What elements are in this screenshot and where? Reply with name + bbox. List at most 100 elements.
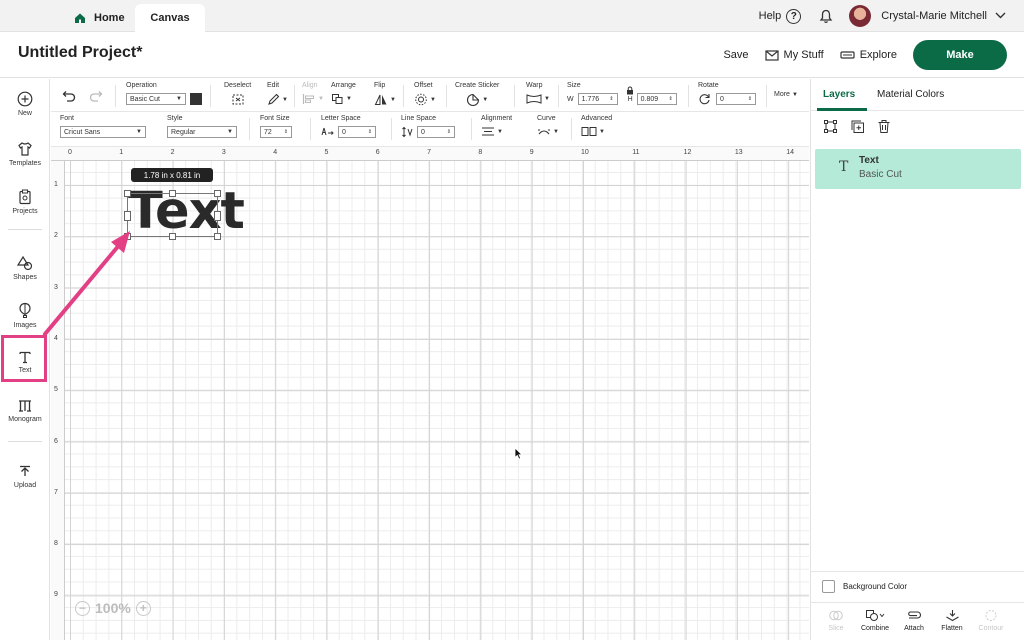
sidebar-label-images: Images [13, 322, 37, 329]
deselect-icon [232, 94, 244, 105]
bell-icon[interactable] [819, 9, 833, 24]
save-button[interactable]: Save [723, 49, 748, 61]
rotate-icon [699, 94, 710, 105]
monogram-icon [19, 400, 31, 412]
paperclip-icon [908, 611, 921, 619]
ruler-label: 14 [786, 149, 794, 156]
sidebar-label-new: New [17, 110, 32, 117]
text-align-icon [482, 127, 494, 136]
width-value: 1.776 [581, 95, 600, 103]
offset-icon [415, 93, 427, 106]
ruler-horizontal: 0 1 2 3 4 5 6 7 8 9 10 11 12 13 14 [51, 147, 809, 161]
color-swatch[interactable] [190, 93, 202, 105]
curve-button[interactable]: Curve ▼ [537, 115, 559, 137]
background-color-checkbox[interactable] [822, 580, 835, 593]
resize-handle[interactable] [124, 190, 131, 197]
operation-label: Operation [126, 82, 157, 89]
letter-space-label: Letter Space [321, 115, 361, 122]
resize-handle[interactable] [124, 233, 131, 240]
arrange-icon [332, 94, 343, 104]
sidebar-item-monogram[interactable]: Monogram [0, 399, 50, 423]
sidebar-item-upload[interactable]: Upload [0, 465, 50, 489]
shapes-icon [17, 255, 33, 271]
tab-material-colors[interactable]: Material Colors [877, 89, 944, 100]
sidebar-item-templates[interactable]: Templates [0, 141, 50, 167]
lock-icon[interactable] [626, 82, 634, 100]
chevron-down-icon[interactable] [995, 10, 1006, 22]
style-select[interactable]: Regular ▼ [167, 126, 237, 138]
operation-group: Operation Basic Cut ▼ [126, 82, 202, 105]
tab-home[interactable]: Home [74, 4, 125, 32]
combine-button[interactable]: Combine [855, 609, 895, 632]
slice-icon [829, 610, 843, 621]
trash-icon[interactable] [877, 119, 891, 134]
make-button[interactable]: Make [913, 40, 1007, 70]
warp-button[interactable]: Warp ▼ [526, 82, 550, 104]
duplicate-icon[interactable] [850, 119, 865, 134]
sidebar-item-images[interactable]: Images [0, 302, 50, 329]
sidebar-item-projects[interactable]: Projects [0, 189, 50, 215]
upload-icon [20, 465, 30, 476]
rotate-group: Rotate 0 ⇕ [698, 82, 756, 105]
ruler-label: 0 [68, 149, 72, 156]
rotate-input[interactable]: 0 ⇕ [716, 93, 756, 105]
layer-item[interactable]: T Text Basic Cut [815, 149, 1021, 189]
save-label: Save [723, 49, 749, 61]
background-color-row: Background Color [811, 571, 1024, 601]
align-button[interactable]: Align ▼ [302, 82, 324, 105]
zoom-in-icon[interactable]: + [135, 600, 151, 616]
letter-space-input[interactable]: 0 ⇕ [338, 126, 376, 138]
dimension-tooltip: 1.78 in x 0.81 in [131, 168, 213, 182]
tab-canvas[interactable]: Canvas [135, 4, 205, 32]
resize-handle[interactable] [124, 211, 131, 221]
width-input[interactable]: 1.776 ⇕ [577, 93, 618, 105]
edit-button[interactable]: Edit ▼ [267, 82, 288, 106]
redo-icon[interactable] [89, 89, 103, 107]
avatar[interactable] [849, 5, 872, 27]
sidebar-item-shapes[interactable]: Shapes [0, 255, 50, 281]
text-toolbar: Font Cricut Sans ▼ Style Regular ▼ Font Si… [51, 112, 809, 147]
flip-button[interactable]: Flip ▼ [374, 82, 396, 106]
font-size-input[interactable]: 72 ⇕ [260, 126, 292, 138]
resize-handle[interactable] [169, 190, 176, 197]
panel-tabs: Layers Material Colors [811, 79, 1024, 111]
user-name[interactable]: Crystal-Marie Mitchell [881, 10, 987, 22]
ruler-label: 11 [632, 149, 640, 156]
resize-handle[interactable] [214, 211, 221, 221]
resize-handle[interactable] [214, 233, 221, 240]
alignment-button[interactable]: Alignment ▼ [481, 115, 512, 137]
machine-icon [840, 51, 855, 59]
ruler-label: 9 [54, 591, 58, 599]
tab-layers[interactable]: Layers [823, 89, 855, 100]
explore-button[interactable]: Explore [840, 49, 897, 61]
explore-label: Explore [859, 49, 897, 61]
mail-icon [764, 49, 779, 61]
more-button[interactable]: More ▼ [774, 91, 798, 98]
resize-handle[interactable] [214, 190, 221, 197]
undo-icon[interactable] [62, 89, 76, 107]
my-stuff-button[interactable]: My Stuff [764, 49, 824, 61]
deselect-button[interactable]: Deselect [224, 82, 251, 106]
advanced-button[interactable]: Advanced ▼ [581, 115, 612, 137]
height-input[interactable]: 0.809 ⇕ [636, 93, 677, 105]
sidebar-item-new[interactable]: New [0, 91, 50, 117]
advanced-label: Advanced [581, 115, 613, 122]
attach-button[interactable]: Attach [894, 609, 934, 632]
help-button[interactable]: Help ? [759, 8, 802, 24]
operation-select[interactable]: Basic Cut ▼ [126, 93, 186, 105]
flatten-button[interactable]: Flatten [932, 609, 972, 632]
group-icon[interactable] [823, 119, 838, 134]
contour-button[interactable]: Contour [971, 609, 1011, 632]
contour-label: Contour [978, 625, 1004, 632]
zoom-out-icon[interactable]: − [75, 600, 90, 616]
font-select[interactable]: Cricut Sans ▼ [60, 126, 146, 138]
resize-handle[interactable] [169, 233, 176, 240]
size-group: Size W 1.776 ⇕ H 0.809 ⇕ [567, 82, 677, 105]
project-title[interactable]: Untitled Project* [18, 44, 142, 62]
arrange-button[interactable]: Arrange ▼ [331, 82, 356, 105]
create-sticker-button[interactable]: Create Sticker ▼ [455, 82, 499, 107]
slice-button[interactable]: Slice [816, 609, 856, 632]
combine-label: Combine [860, 625, 889, 632]
offset-button[interactable]: Offset ▼ [414, 82, 436, 106]
line-space-input[interactable]: 0 ⇕ [417, 126, 455, 138]
